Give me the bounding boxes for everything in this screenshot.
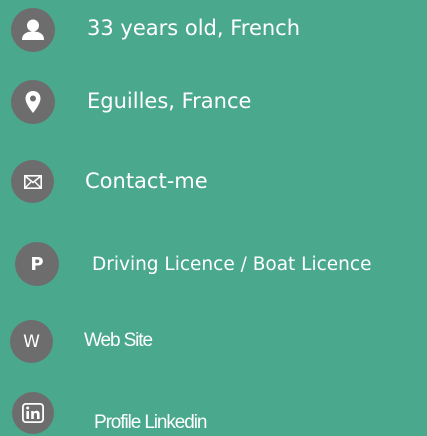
location-text: Eguilles, France <box>87 89 252 113</box>
info-row-age: 33 years old, French <box>0 8 427 52</box>
parking-p-icon: P <box>15 242 59 286</box>
age-nationality-text: 33 years old, French <box>87 16 301 40</box>
web-w-icon[interactable]: W <box>10 320 53 363</box>
website-link[interactable]: Web Site <box>84 330 153 352</box>
info-row-website[interactable]: W Web Site <box>0 320 427 364</box>
licence-text: Driving Licence / Boat Licence <box>92 254 372 275</box>
contact-link[interactable]: Contact-me <box>85 169 208 193</box>
info-row-contact[interactable]: Contact-me <box>0 160 427 204</box>
info-row-licence: P Driving Licence / Boat Licence <box>0 240 427 286</box>
info-row-linkedin[interactable]: Profile Linkedin <box>0 392 427 436</box>
map-pin-icon <box>11 80 55 124</box>
person-icon <box>11 8 55 52</box>
info-row-location: Eguilles, France <box>0 80 427 124</box>
linkedin-icon[interactable] <box>12 392 54 434</box>
linkedin-link[interactable]: Profile Linkedin <box>94 412 207 434</box>
envelope-icon[interactable] <box>11 160 54 203</box>
